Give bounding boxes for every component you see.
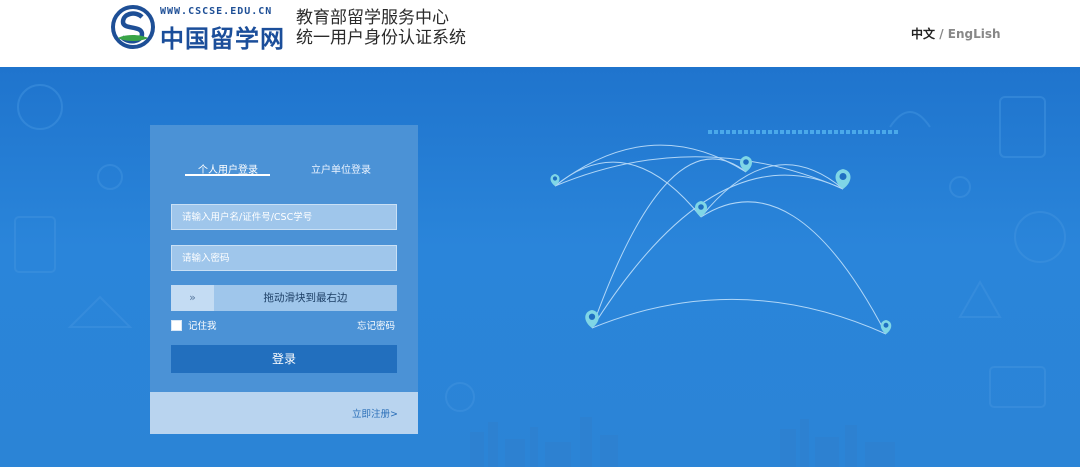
map-dot bbox=[732, 130, 736, 134]
world-map-dots bbox=[708, 130, 898, 134]
map-dot bbox=[738, 130, 742, 134]
map-dot bbox=[882, 130, 886, 134]
remember-me-checkbox[interactable] bbox=[171, 320, 182, 331]
route-arcs bbox=[554, 144, 887, 335]
map-dot bbox=[858, 130, 862, 134]
language-english-link[interactable]: EngLish bbox=[948, 27, 1001, 41]
map-dot bbox=[810, 130, 814, 134]
active-tab-indicator bbox=[185, 174, 270, 176]
hero-background: 个人用户登录 立户单位登录 » 拖动滑块到最右边 记住我 忘记密码 登录 立即注… bbox=[0, 67, 1080, 467]
login-panel: 个人用户登录 立户单位登录 » 拖动滑块到最右边 记住我 忘记密码 登录 立即注… bbox=[150, 125, 418, 434]
map-dot bbox=[852, 130, 856, 134]
username-input[interactable] bbox=[171, 204, 397, 230]
map-dot bbox=[894, 130, 898, 134]
map-dot bbox=[744, 130, 748, 134]
slide-verification: » 拖动滑块到最右边 bbox=[171, 285, 397, 311]
route-arc bbox=[591, 299, 887, 335]
map-dot bbox=[864, 130, 868, 134]
map-dot bbox=[876, 130, 880, 134]
map-dot bbox=[762, 130, 766, 134]
map-dot bbox=[768, 130, 772, 134]
org-title-line2: 统一用户身份认证系统 bbox=[296, 28, 466, 48]
double-chevron-right-icon[interactable]: » bbox=[171, 285, 214, 311]
logo-site-name: 中国留学网 bbox=[160, 24, 285, 53]
map-dot bbox=[780, 130, 784, 134]
route-arc bbox=[554, 144, 747, 187]
map-dot bbox=[828, 130, 832, 134]
register-bar: 立即注册> bbox=[150, 392, 418, 434]
org-title: 教育部留学服务中心 统一用户身份认证系统 bbox=[296, 8, 466, 48]
login-button[interactable]: 登录 bbox=[171, 345, 397, 373]
forgot-password-link[interactable]: 忘记密码 bbox=[357, 318, 395, 332]
login-tabs: 个人用户登录 立户单位登录 bbox=[150, 161, 418, 181]
map-dot bbox=[822, 130, 826, 134]
cscse-logo-icon bbox=[111, 5, 155, 49]
map-dot bbox=[816, 130, 820, 134]
map-dot bbox=[756, 130, 760, 134]
map-dot bbox=[750, 130, 754, 134]
slider-instruction: 拖动滑块到最右边 bbox=[263, 292, 348, 304]
logo-url-text: WWW.CSCSE.EDU.CN bbox=[160, 6, 273, 17]
city-skyline bbox=[470, 417, 895, 467]
map-dot bbox=[792, 130, 796, 134]
map-dot bbox=[834, 130, 838, 134]
map-dot bbox=[888, 130, 892, 134]
map-dot bbox=[774, 130, 778, 134]
map-pin-icon bbox=[835, 169, 851, 189]
language-separator: / bbox=[935, 27, 948, 41]
password-input[interactable] bbox=[171, 245, 397, 271]
map-dot bbox=[798, 130, 802, 134]
route-arc bbox=[700, 201, 887, 335]
map-pins bbox=[550, 156, 892, 334]
map-pin-icon bbox=[585, 310, 599, 328]
header: WWW.CSCSE.EDU.CN 中国留学网 教育部留学服务中心 统一用户身份认… bbox=[0, 0, 1080, 67]
tab-unit-login[interactable]: 立户单位登录 bbox=[311, 161, 371, 176]
language-chinese-link[interactable]: 中文 bbox=[911, 27, 935, 41]
map-dot bbox=[726, 130, 730, 134]
remember-me-label[interactable]: 记住我 bbox=[188, 318, 217, 332]
map-dot bbox=[804, 130, 808, 134]
map-dot bbox=[714, 130, 718, 134]
map-dot bbox=[708, 130, 712, 134]
map-dot bbox=[840, 130, 844, 134]
org-title-line1: 教育部留学服务中心 bbox=[296, 8, 449, 28]
map-dot bbox=[846, 130, 850, 134]
site-logo[interactable]: WWW.CSCSE.EDU.CN 中国留学网 bbox=[110, 4, 284, 53]
map-dot bbox=[870, 130, 874, 134]
register-link[interactable]: 立即注册> bbox=[352, 406, 398, 420]
map-dot bbox=[720, 130, 724, 134]
map-dot bbox=[786, 130, 790, 134]
language-switcher: 中文 / EngLish bbox=[911, 25, 1001, 42]
